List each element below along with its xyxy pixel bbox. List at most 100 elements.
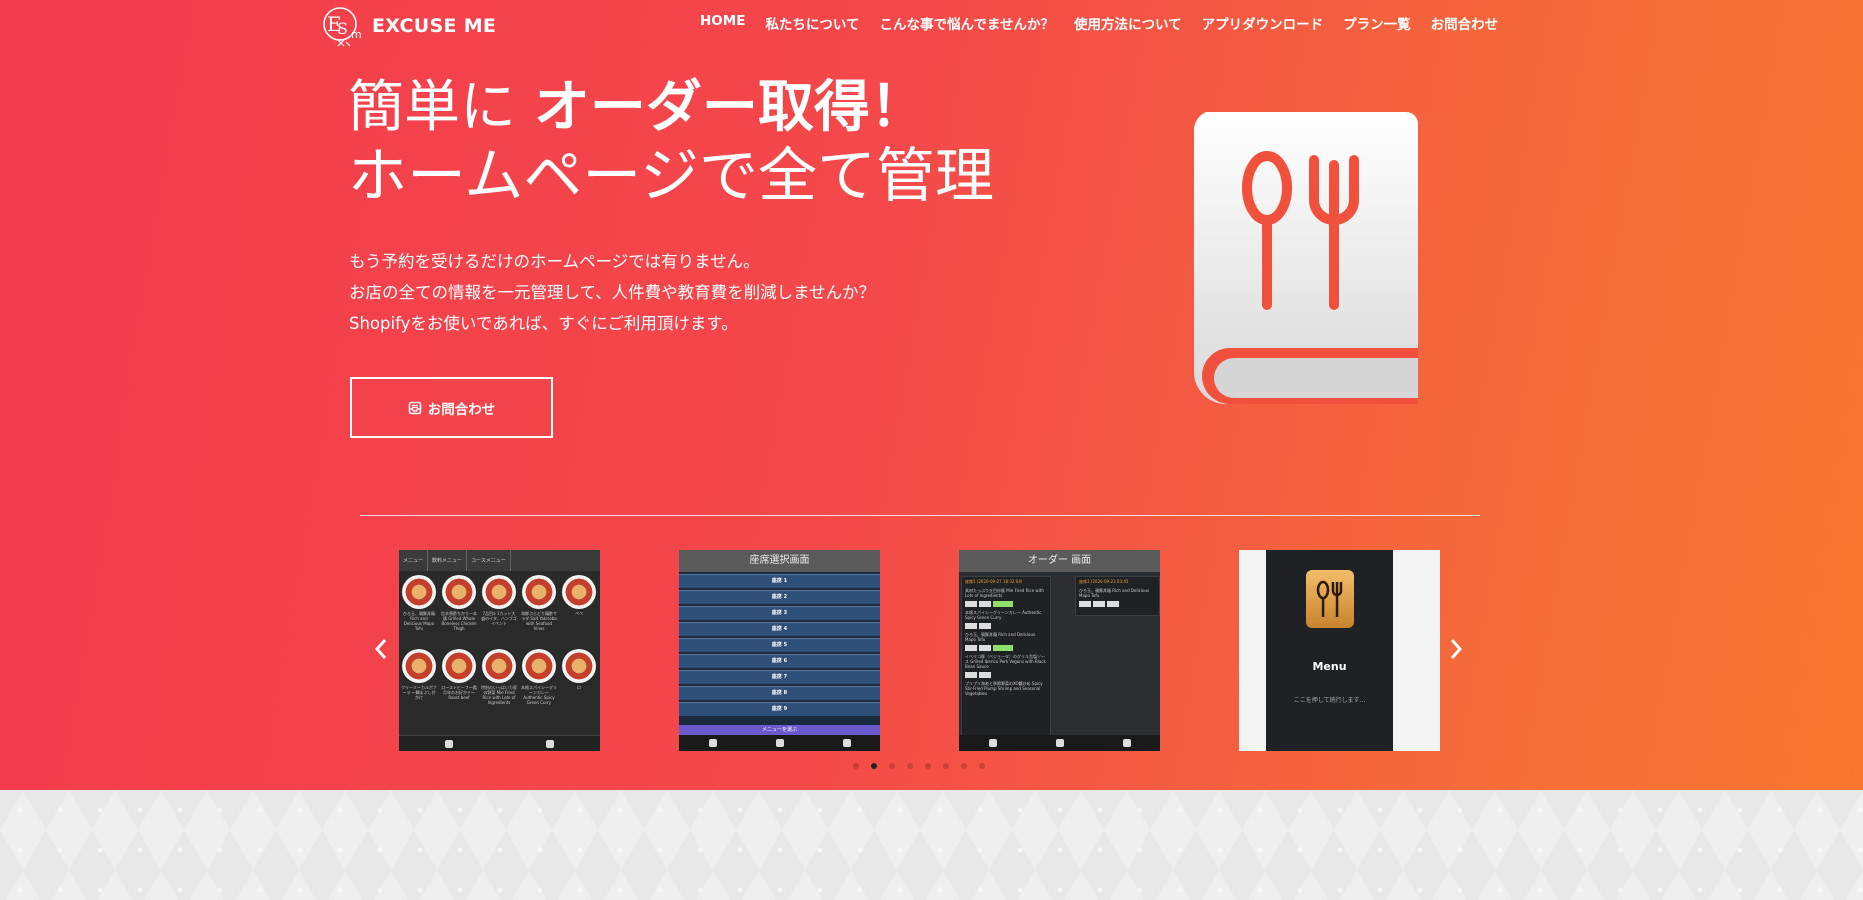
carousel-dot[interactable] <box>979 763 985 769</box>
menu-item-caption: ひろ玉、親豚丼麺 Rich and Delicious Mapo Tofu <box>403 611 435 631</box>
menu-item-caption: 本格スパイシーグリーンカレー Authentic Spicy Green Cur… <box>521 685 557 705</box>
footer-icon <box>1055 739 1064 747</box>
svg-text:m: m <box>351 28 362 41</box>
hero-description: もう予約を受けるだけのホームページでは有りません。 お店の全ての情報を一元管理し… <box>349 246 875 339</box>
next-section-background <box>0 790 1863 900</box>
main-nav: HOME 私たちについて こんな事で悩んでませんか？ 使用方法について アプリダ… <box>700 13 1498 33</box>
food-image <box>562 649 596 683</box>
carousel-dot[interactable] <box>871 763 877 769</box>
status-button <box>993 601 1013 607</box>
inbox-icon <box>408 401 422 414</box>
hero-title: 簡単に オーダー取得！ ホームページで全て管理 <box>348 74 994 212</box>
logo-text: EXCUSE ME <box>372 15 497 37</box>
qty-button <box>979 672 991 678</box>
seat-row: 座席 9 <box>679 702 880 716</box>
food-image <box>402 649 436 683</box>
contact-button-label: お問合わせ <box>427 401 496 418</box>
carousel-slide-menu[interactable]: メニュー 飲料メニュー コースメニュー ひろ玉、親豚丼麺 Rich and De… <box>399 550 600 751</box>
nav-usage[interactable]: 使用方法について <box>1074 13 1182 33</box>
carousel-slide-app-splash[interactable]: Menu ここを押して続行します... <box>1239 550 1440 751</box>
qty-button <box>979 601 991 607</box>
order-controls <box>962 644 1050 652</box>
footer-icon <box>545 739 554 748</box>
food-image <box>482 649 516 683</box>
qty-button <box>965 672 977 678</box>
qty-button <box>1093 601 1105 607</box>
order-line: 本格スパイシーグリーンカレー Authentic Spicy Green Cur… <box>965 610 1042 620</box>
food-image <box>482 575 516 609</box>
app-tip: ここを押して続行します... <box>1293 697 1366 704</box>
order-controls <box>962 622 1050 630</box>
menu-tab: メニュー <box>399 550 429 571</box>
seat-row: 座席 5 <box>679 638 880 652</box>
food-image <box>522 649 556 683</box>
carousel-prev-button[interactable] <box>374 638 388 664</box>
footer-icon <box>445 739 454 748</box>
contact-button[interactable]: お問合わせ <box>350 377 553 438</box>
carousel-dot[interactable] <box>889 763 895 769</box>
order-card-title: 座席1 (2020-09-27 18:32:04) <box>965 579 1023 584</box>
order-line: イベリコ豚（ベジョータ）のグリル旨塩ソース Grilled Iberico Po… <box>965 654 1046 669</box>
nav-app-download[interactable]: アプリダウンロード <box>1202 13 1324 33</box>
nav-home[interactable]: HOME <box>700 13 745 33</box>
menu-item: ローストビーフ～霜月年のお好かテー Roast beef <box>441 649 477 719</box>
menu-item-caption: 特別のいっぱいカ家の野菜 Mie Fried Rice with Lots of… <box>481 685 517 705</box>
hero-title-line2: ホームページで全て管理 <box>348 141 995 211</box>
carousel-dot[interactable] <box>943 763 949 769</box>
select-menu-bar: メニューを選ぶ <box>679 725 880 735</box>
menu-item: 旨辛黒酢ちかり一本鶏 Grilled Whole Boneless Chicke… <box>441 575 477 645</box>
qty-button <box>965 601 977 607</box>
food-image <box>402 575 436 609</box>
footer-icon <box>708 739 717 747</box>
menu-item-caption: 旨辛黒酢ちかり一本鶏 Grilled Whole Boneless Chicke… <box>441 611 477 631</box>
order-line: ひろ玉、親豚丼麺 Rich and Delicious Mapo Tofu <box>965 632 1036 642</box>
menu-item: 本格スパイシーグリーンカレー Authentic Spicy Green Cur… <box>521 649 557 719</box>
qty-button <box>979 623 991 629</box>
food-image <box>442 649 476 683</box>
slide-header: オーダー 画面 <box>959 550 1160 572</box>
carousel-slide-order[interactable]: オーダー 画面 座席1 (2020-09-27 18:32:04) 具材たっぷり… <box>959 550 1160 751</box>
qty-button <box>1107 601 1119 607</box>
order-controls <box>962 600 1050 608</box>
qty-button <box>965 623 977 629</box>
nav-about[interactable]: 私たちについて <box>765 13 859 33</box>
menu-app-icon <box>1306 570 1354 628</box>
app-name: Menu <box>1312 660 1347 673</box>
carousel-dot[interactable] <box>925 763 931 769</box>
seat-row: 座席 3 <box>679 606 880 620</box>
qty-button <box>1079 601 1091 607</box>
footer-icon <box>775 739 784 747</box>
seat-row: 座席 1 <box>679 574 880 588</box>
carousel-dot[interactable] <box>853 763 859 769</box>
menu-tab: 飲料メニュー <box>428 550 468 571</box>
hero-title-light: 簡単に <box>348 75 534 140</box>
order-line: 具材たっぷり五目炒飯 Mie Fried Rice with Lots of I… <box>965 588 1044 598</box>
menu-item-caption: 7品目a 1カット大盛のイタ、ハンブゴイベント <box>481 611 517 626</box>
menu-item: 特別のいっぱいカ家の野菜 Mie Fried Rice with Lots of… <box>481 649 517 719</box>
order-card: 座席1 (2020-09-27 18:32:04) 具材たっぷり五目炒飯 Mie… <box>961 576 1051 736</box>
carousel-dot[interactable] <box>961 763 967 769</box>
carousel-next-button[interactable] <box>1449 638 1463 664</box>
nav-contact[interactable]: お問合わせ <box>1431 13 1499 33</box>
menu-item: クリーミーカルボナーラ ～鯛まぶし付かけ <box>401 649 437 719</box>
nav-problems[interactable]: こんな事で悩んでませんか？ <box>880 13 1054 33</box>
section-divider <box>360 515 1480 516</box>
hero-description-line: Shopifyをお使いであれば、すぐにご利用頂けます。 <box>349 314 738 333</box>
site-logo[interactable]: E S m EXCUSE ME <box>320 4 496 48</box>
menu-tab: コースメニュー <box>467 550 511 571</box>
nav-plans[interactable]: プラン一覧 <box>1343 13 1411 33</box>
menu-item-caption: ローストビーフ～霜月年のお好かテー Roast beef <box>441 685 477 700</box>
food-image <box>442 575 476 609</box>
seat-row: 座席 2 <box>679 590 880 604</box>
excuse-me-logo-icon: E S m <box>323 7 362 47</box>
menu-item: ペペ <box>561 575 597 645</box>
menu-item-caption: クリーミーカルボナーラ ～鯛まぶし付かけ <box>401 685 437 700</box>
menu-item: ロ <box>561 649 597 719</box>
status-button <box>993 645 1013 651</box>
slide-footer <box>959 735 1160 751</box>
qty-button <box>965 645 977 651</box>
carousel-slide-seat-select[interactable]: 座席選択画面 座席 1 座席 2 座席 3 座席 4 座席 5 座席 6 座席 … <box>679 550 880 751</box>
carousel-dot[interactable] <box>907 763 913 769</box>
phone-screen: Menu ここを押して続行します... <box>1266 550 1393 751</box>
qty-button <box>979 645 991 651</box>
